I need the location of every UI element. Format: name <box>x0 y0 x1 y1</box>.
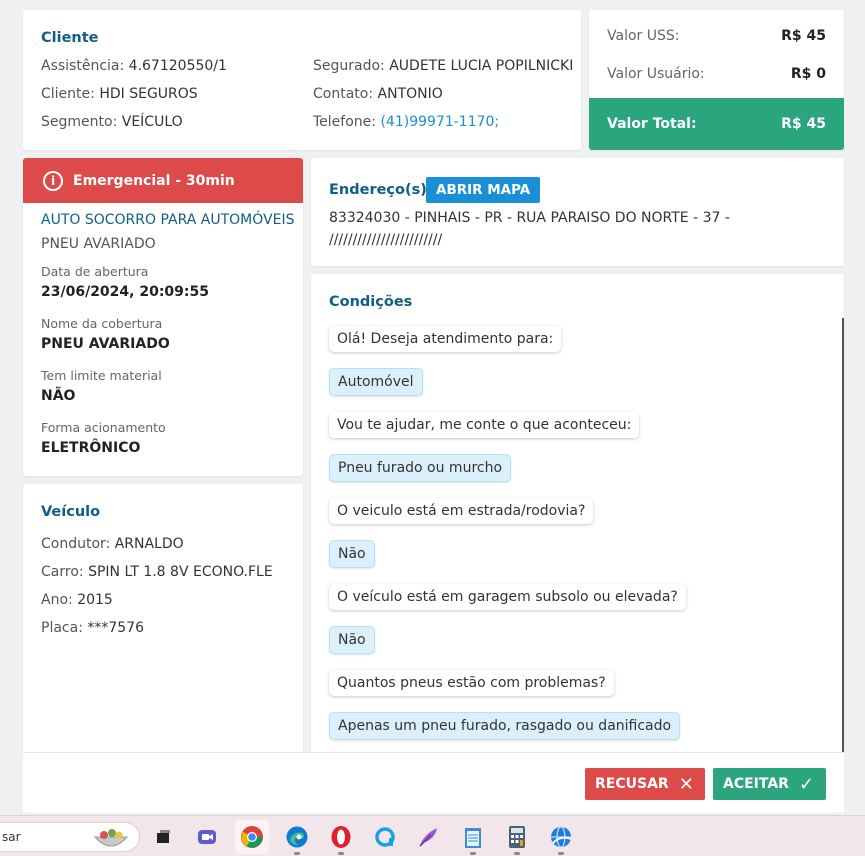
telefone-link[interactable]: (41)99971-1170; <box>380 114 499 130</box>
emergencial-label: Emergencial - 30min <box>73 172 235 189</box>
chrome-icon[interactable] <box>235 820 269 854</box>
veiculo-card: Veículo Condutor: ARNALDO Carro: SPIN LT… <box>23 484 303 754</box>
info-icon: i <box>43 170 63 191</box>
chat-message-answer: Não <box>329 540 375 568</box>
telefone-row: Telefone: (41)99971-1170; <box>313 114 499 130</box>
close-icon: ✕ <box>678 773 694 795</box>
valor-uss-amount: R$ 45 <box>781 28 826 44</box>
cliente-label: Cliente: <box>41 86 95 102</box>
ano-row: Ano: 2015 <box>41 592 113 608</box>
chat-message-question: Vou te ajudar, me conte o que aconteceu: <box>329 412 640 438</box>
condicoes-scrollbar[interactable] <box>842 318 844 754</box>
cortana-icon[interactable] <box>372 824 398 850</box>
contato-value: ANTONIO <box>377 86 443 102</box>
limite-label: Tem limite material <box>41 368 162 383</box>
cliente-row: Cliente: HDI SEGUROS <box>41 86 198 102</box>
placa-row: Placa: ***7576 <box>41 620 144 636</box>
carro-value: SPIN LT 1.8 8V ECONO.FLE <box>88 564 273 580</box>
veiculo-title: Veículo <box>41 504 101 520</box>
recusar-button[interactable]: RECUSAR ✕ <box>585 768 705 800</box>
servico-card: i Emergencial - 30min AUTO SOCORRO PARA … <box>23 158 303 476</box>
endereco-line-2: //////////////////////// <box>329 232 443 248</box>
valor-uss-label: Valor USS: <box>607 28 680 44</box>
cliente-title: Cliente <box>41 30 99 46</box>
data-abertura-value: 23/06/2024, 20:09:55 <box>41 284 209 300</box>
chat-message-answer: Apenas um pneu furado, rasgado ou danifi… <box>329 712 681 740</box>
segmento-value: VEÍCULO <box>121 114 183 130</box>
browser-globe-icon[interactable] <box>548 824 574 855</box>
cobertura-label: Nome da cobertura <box>41 316 163 331</box>
condicoes-card: Condições Olá! Deseja atendimento para: … <box>311 274 844 754</box>
forma-value: ELETRÔNICO <box>41 440 141 456</box>
abrir-mapa-button[interactable]: ABRIR MAPA <box>426 177 541 203</box>
chat-message-answer: Não <box>329 626 375 654</box>
segmento-label: Segmento: <box>41 114 118 130</box>
chat-message-answer: Automóvel <box>329 368 423 396</box>
endereco-line-1: 83324030 - PINHAIS - PR - RUA PARAISO DO… <box>329 210 730 226</box>
emergencial-banner: i Emergencial - 30min <box>23 158 303 203</box>
forma-label: Forma acionamento <box>41 420 166 435</box>
segurado-value: AUDETE LUCIA POPILNICKI <box>389 58 574 74</box>
edge-icon[interactable] <box>284 824 310 855</box>
salad-bowl-icon <box>93 829 129 847</box>
action-footer: RECUSAR ✕ ACEITAR ✓ <box>23 752 844 813</box>
cobertura-value: PNEU AVARIADO <box>41 336 170 352</box>
segurado-label: Segurado: <box>313 58 385 74</box>
valor-usuario-row: Valor Usuário: R$ 0 <box>607 66 826 82</box>
carro-label: Carro: <box>41 564 84 580</box>
taskbar-search-text: sar <box>2 830 21 844</box>
valor-total-amount: R$ 45 <box>781 116 826 132</box>
valor-total-label: Valor Total: <box>607 116 697 132</box>
condutor-value: ARNALDO <box>114 536 184 552</box>
chat-message-question: Quantos pneus estão com problemas? <box>329 670 614 696</box>
ano-label: Ano: <box>41 592 73 608</box>
cliente-value: HDI SEGUROS <box>99 86 198 102</box>
carro-row: Carro: SPIN LT 1.8 8V ECONO.FLE <box>41 564 273 580</box>
task-view-icon[interactable] <box>150 824 176 850</box>
ano-value: 2015 <box>77 592 113 608</box>
assistencia-row: Assistência: 4.67120550/1 <box>41 58 227 74</box>
valor-usuario-label: Valor Usuário: <box>607 66 705 82</box>
feather-app-icon[interactable] <box>416 824 442 850</box>
calculator-icon[interactable] <box>504 824 530 855</box>
segmento-row: Segmento: VEÍCULO <box>41 114 183 130</box>
recusar-label: RECUSAR <box>595 776 669 792</box>
chat-message-question: O veiculo está em estrada/rodovia? <box>329 498 594 524</box>
condutor-label: Condutor: <box>41 536 111 552</box>
windows-taskbar: sar <box>0 815 865 856</box>
chat-message-question: Olá! Deseja atendimento para: <box>329 326 562 352</box>
telefone-label: Telefone: <box>313 114 376 130</box>
aceitar-button[interactable]: ACEITAR ✓ <box>713 768 826 800</box>
video-call-app-icon[interactable] <box>194 824 220 850</box>
valor-usuario-amount: R$ 0 <box>790 66 826 82</box>
segurado-row: Segurado: AUDETE LUCIA POPILNICKI <box>313 58 573 74</box>
limite-value: NÃO <box>41 388 76 404</box>
valor-total-bar: Valor Total: R$ 45 <box>589 98 844 150</box>
contato-row: Contato: ANTONIO <box>313 86 443 102</box>
condicoes-title: Condições <box>329 294 413 310</box>
chat-message-answer: Pneu furado ou murcho <box>329 454 512 482</box>
servico-subtipo: PNEU AVARIADO <box>41 236 156 252</box>
servico-tipo: AUTO SOCORRO PARA AUTOMÓVEIS <box>41 212 295 228</box>
notepad-icon[interactable] <box>460 824 486 855</box>
endereco-title: Endereço(s) <box>329 182 427 198</box>
endereco-card: Endereço(s) ABRIR MAPA 83324030 - PINHAI… <box>311 158 844 266</box>
condutor-row: Condutor: ARNALDO <box>41 536 184 552</box>
chat-message-question: O veículo está em garagem subsolo ou ele… <box>329 584 686 610</box>
valor-card: Valor USS: R$ 45 Valor Usuário: R$ 0 Val… <box>589 10 844 150</box>
data-abertura-label: Data de abertura <box>41 264 149 279</box>
check-icon: ✓ <box>798 773 815 795</box>
cliente-card: Cliente Assistência: 4.67120550/1 Client… <box>23 10 581 150</box>
contato-label: Contato: <box>313 86 374 102</box>
aceitar-label: ACEITAR <box>723 776 789 792</box>
placa-label: Placa: <box>41 620 83 636</box>
placa-value: ***7576 <box>87 620 144 636</box>
valor-uss-row: Valor USS: R$ 45 <box>607 28 826 44</box>
opera-icon[interactable] <box>328 824 354 855</box>
assistencia-value: 4.67120550/1 <box>128 58 227 74</box>
assistencia-label: Assistência: <box>41 58 125 74</box>
